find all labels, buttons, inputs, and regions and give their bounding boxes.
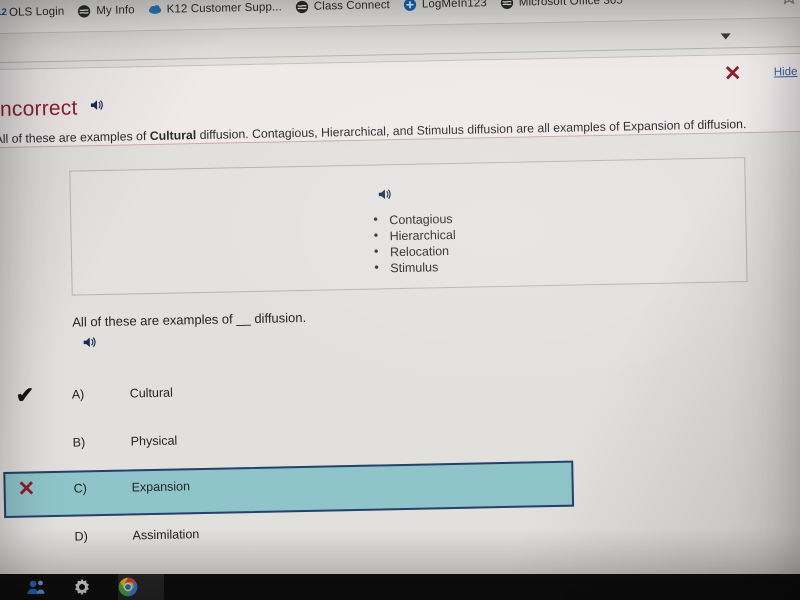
answer-choice-c[interactable]: ✕ C) Expansion	[0, 454, 800, 519]
question-prompt: All of these are examples of __ diffusio…	[72, 309, 307, 330]
correct-check-icon: ✔	[15, 382, 35, 408]
bookmark-label: K12 Customer Supp...	[166, 0, 282, 16]
bookmark-star-icon[interactable]	[780, 0, 798, 6]
choice-mark-empty	[16, 430, 43, 457]
list-item: Hierarchical	[372, 227, 456, 245]
cloud-icon	[148, 2, 162, 16]
question-stimulus-box: Contagious Hierarchical Relocation Stimu…	[69, 157, 748, 296]
bookmark-microsoft-office-365[interactable]: Microsoft Office 365	[496, 0, 632, 12]
choice-mark-empty	[18, 524, 45, 551]
settings-gear-icon[interactable]	[72, 577, 92, 597]
question-number-body: 3)	[0, 164, 1, 178]
choice-letter: A)	[71, 387, 85, 402]
choice-text: Physical	[130, 433, 178, 449]
feedback-explanation: All of these are examples of Cultural di…	[0, 116, 775, 148]
bookmark-logmein123[interactable]: LogMeIn123	[399, 0, 496, 14]
chevron-down-icon[interactable]	[720, 33, 731, 40]
feedback-status: Incorrect	[0, 94, 107, 122]
answer-choice-a[interactable]: ✔ A) Cultural	[0, 360, 800, 417]
globe-icon	[500, 0, 514, 9]
choice-letter: C)	[73, 481, 87, 496]
choice-text: Cultural	[129, 385, 173, 401]
explanation-prefix: All of these are examples of	[0, 129, 150, 147]
bookmark-k12-customer-support[interactable]: K12 Customer Supp...	[144, 0, 291, 19]
bookmark-label: My Info	[96, 3, 135, 17]
list-item: Contagious	[371, 211, 455, 229]
feedback-banner: ✕ Hide Incorrect All of these are exampl…	[0, 53, 800, 149]
explanation-suffix: diffusion. Contagious, Hierarchical, and…	[196, 117, 747, 143]
explanation-emphasis: Cultural	[149, 128, 197, 144]
choice-letter: B)	[72, 435, 86, 450]
stimulus-content: Contagious Hierarchical Relocation Stimu…	[371, 186, 457, 277]
speaker-icon[interactable]	[88, 94, 106, 117]
test-results-page: 3) ✕ Hide Incorrect All of these are exa…	[0, 17, 800, 600]
choice-text: Assimilation	[132, 527, 200, 543]
photographed-screen: u2_test=1#test_results K12 OLS Login My …	[0, 0, 800, 600]
bookmark-label: LogMeIn123	[421, 0, 487, 11]
globe-icon	[295, 0, 309, 14]
bookmark-label: OLS Login	[8, 5, 65, 19]
bookmark-my-info[interactable]: My Info	[73, 1, 144, 20]
list-item: Stimulus	[372, 259, 456, 277]
stimulus-list: Contagious Hierarchical Relocation Stimu…	[371, 211, 456, 277]
choice-letter: D)	[74, 529, 88, 544]
bookmark-ols-login[interactable]: K12 OLS Login	[0, 2, 73, 22]
hide-link[interactable]: Hide	[774, 66, 798, 78]
k12-logo-icon: K12	[0, 6, 7, 18]
feedback-status-text: Incorrect	[0, 96, 78, 122]
bookmark-label: Microsoft Office 365	[518, 0, 623, 9]
incorrect-x-icon: ✕	[17, 477, 36, 501]
plus-circle-icon	[403, 0, 417, 11]
choice-text: Expansion	[131, 479, 191, 495]
speaker-icon[interactable]	[82, 335, 100, 354]
close-icon[interactable]: ✕	[724, 62, 742, 85]
speaker-icon[interactable]	[377, 186, 455, 207]
bookmark-label: Class Connect	[313, 0, 391, 13]
list-item: Relocation	[372, 243, 456, 261]
globe-icon	[77, 4, 91, 18]
chrome-icon[interactable]	[118, 577, 138, 597]
bookmark-class-connect[interactable]: Class Connect	[291, 0, 399, 16]
windows-taskbar	[0, 574, 800, 600]
people-app-icon[interactable]	[26, 577, 46, 597]
